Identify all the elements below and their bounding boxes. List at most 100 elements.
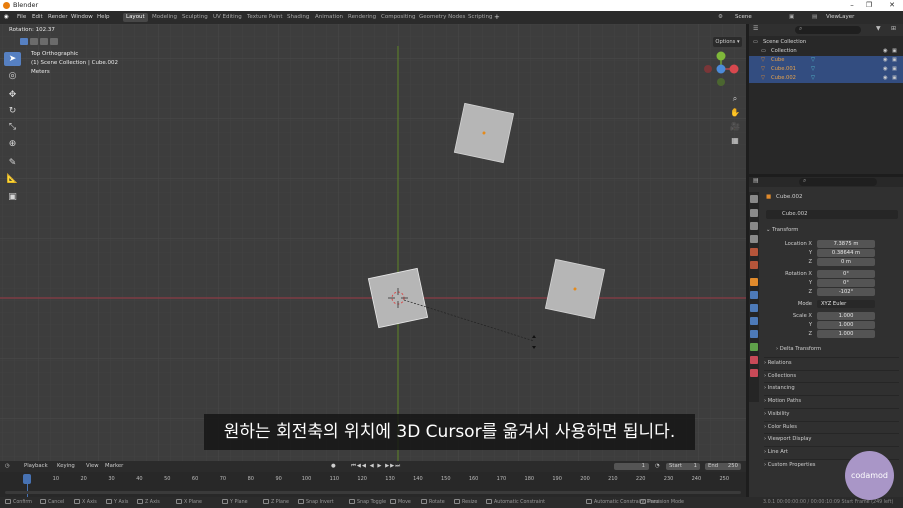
scale-z-field[interactable]: 1.000	[817, 330, 875, 338]
start-frame-field[interactable]: Start 1	[666, 463, 700, 470]
section-motion-paths[interactable]: › Motion Paths	[764, 395, 899, 405]
scale-x-field[interactable]: 1.000	[817, 312, 875, 320]
scene-icon[interactable]: ⚙	[718, 11, 723, 24]
select-box-tool-icon[interactable]: ➤	[4, 52, 21, 66]
menu-help[interactable]: Help	[97, 11, 110, 24]
workspace-tab-uv-editing[interactable]: UV Editing	[210, 13, 245, 22]
workspace-tab-texture-paint[interactable]: Texture Paint	[244, 13, 286, 22]
rotation-x-field[interactable]: 0°	[817, 270, 875, 278]
visibility-eye-icon[interactable]: ◉	[883, 74, 888, 83]
workspace-tab-layout[interactable]: Layout	[123, 13, 148, 22]
cursor-tool-icon[interactable]: ◎	[4, 69, 21, 83]
zoom-icon[interactable]: ⌕	[728, 92, 742, 106]
properties-editor-icon[interactable]: ▤	[753, 177, 759, 184]
delta-transform-section[interactable]: › Delta Transform	[776, 345, 821, 354]
select-invert-icon[interactable]	[50, 38, 58, 45]
menu-edit[interactable]: Edit	[32, 11, 43, 24]
outliner-item-cube[interactable]: ▽ Cube ▽ ◉ ▣	[749, 56, 903, 65]
menu-window[interactable]: Window	[71, 11, 93, 24]
pan-hand-icon[interactable]: ✋	[728, 106, 742, 120]
select-new-icon[interactable]	[20, 38, 28, 45]
tool-tab-icon[interactable]	[750, 195, 758, 203]
record-icon[interactable]: ●	[331, 461, 336, 472]
timeline-menu-marker[interactable]: Marker	[105, 461, 123, 472]
timeline-scrollbar[interactable]	[5, 491, 741, 494]
select-subtract-icon[interactable]	[40, 38, 48, 45]
render-camera-icon[interactable]: ▣	[892, 65, 897, 74]
section-viewport-display[interactable]: › Viewport Display	[764, 433, 899, 443]
section-instancing[interactable]: › Instancing	[764, 382, 899, 392]
outliner-editor-icon[interactable]: ☰	[753, 25, 758, 32]
outliner-search-input[interactable]: ⌕	[795, 25, 861, 34]
camera-view-icon[interactable]: 🎥	[728, 120, 742, 134]
particles-tab-icon[interactable]	[750, 304, 758, 312]
select-extend-icon[interactable]	[30, 38, 38, 45]
data-tab-icon[interactable]	[750, 343, 758, 351]
world-tab-icon[interactable]	[750, 261, 758, 269]
timeline-editor-icon[interactable]: ◷	[5, 461, 10, 472]
visibility-eye-icon[interactable]: ◉	[883, 65, 888, 74]
render-camera-icon[interactable]: ▣	[892, 47, 897, 56]
blender-menu-icon[interactable]: ◉	[4, 11, 9, 24]
maximize-icon[interactable]: ❐	[862, 0, 876, 11]
scene-name[interactable]: Scene	[735, 11, 752, 24]
rotate-tool-icon[interactable]: ↻	[4, 104, 21, 118]
measure-tool-icon[interactable]: 📐	[4, 172, 21, 186]
section-visibility[interactable]: › Visibility	[764, 407, 899, 418]
scene-browse-icon[interactable]: ▣	[789, 11, 794, 24]
menu-render[interactable]: Render	[48, 11, 68, 24]
workspace-tab-rendering[interactable]: Rendering	[345, 13, 379, 22]
add-cube-tool-icon[interactable]: ▣	[4, 190, 21, 204]
annotate-tool-icon[interactable]: ✎	[4, 156, 21, 170]
workspace-tab-shading[interactable]: Shading	[284, 13, 312, 22]
section-collections[interactable]: › Collections	[764, 369, 899, 380]
workspace-tab-modeling[interactable]: Modeling	[149, 13, 180, 22]
location-x-field[interactable]: 7.3875 m	[817, 240, 875, 248]
scale-y-field[interactable]: 1.000	[817, 321, 875, 329]
render-camera-icon[interactable]: ▣	[892, 74, 897, 83]
render-tab-icon[interactable]	[750, 209, 758, 217]
workspace-tab-compositing[interactable]: Compositing	[378, 13, 418, 22]
add-workspace-icon[interactable]: +	[494, 11, 500, 24]
options-dropdown[interactable]: Options ▾	[713, 37, 742, 47]
move-tool-icon[interactable]: ✥	[4, 88, 21, 102]
select-mode-icons[interactable]	[20, 38, 66, 46]
transform-tool-icon[interactable]: ⊕	[4, 137, 21, 151]
outliner-item-scene-collection[interactable]: ▭ Scene Collection	[749, 38, 903, 47]
playhead[interactable]	[23, 474, 31, 484]
location-z-field[interactable]: 0 m	[817, 258, 875, 266]
object-tab-icon[interactable]	[750, 278, 758, 286]
location-y-field[interactable]: 0.38644 m	[817, 249, 875, 257]
close-icon[interactable]: ✕	[885, 0, 899, 11]
3d-viewport[interactable]: Rotation: 102.37 Top Orthographic (1) Sc…	[0, 24, 746, 461]
transform-section-header[interactable]: ⌄ Transform	[766, 225, 898, 235]
view-layer-icon[interactable]: ▤	[812, 11, 817, 24]
material-tab-icon[interactable]	[750, 356, 758, 364]
outliner-item-collection[interactable]: ▭ Collection ◉ ▣	[749, 47, 903, 56]
visibility-eye-icon[interactable]: ◉	[883, 56, 888, 65]
rotation-mode-dropdown[interactable]: XYZ Euler	[817, 300, 875, 308]
scale-tool-icon[interactable]: ⤡	[4, 120, 21, 134]
rotation-z-field[interactable]: -102°	[817, 288, 875, 296]
minimize-icon[interactable]: –	[845, 0, 859, 11]
menu-file[interactable]: File	[17, 11, 26, 24]
output-tab-icon[interactable]	[750, 222, 758, 230]
texture-tab-icon[interactable]	[750, 369, 758, 377]
workspace-tab-sculpting[interactable]: Sculpting	[179, 13, 211, 22]
end-frame-field[interactable]: End 250	[705, 463, 741, 470]
view-layer-name[interactable]: ViewLayer	[826, 11, 854, 24]
outliner-item-cube-002[interactable]: ▽ Cube.002 ▽ ◉ ▣	[749, 74, 903, 83]
section-relations[interactable]: › Relations	[764, 357, 899, 367]
filter-icon[interactable]: ▼	[876, 25, 881, 32]
physics-tab-icon[interactable]	[750, 317, 758, 325]
object-name-field[interactable]: Cube.002	[766, 210, 898, 219]
timeline-menu-view[interactable]: View	[86, 461, 99, 472]
workspace-tab-animation[interactable]: Animation	[312, 13, 346, 22]
workspace-tab-scripting[interactable]: Scripting	[465, 13, 495, 22]
perspective-grid-icon[interactable]: ▦	[728, 134, 742, 148]
workspace-tab-geometry-nodes[interactable]: Geometry Nodes	[416, 13, 468, 22]
playback-controls-icon[interactable]: ⏮◀◀ ◀ ▶ ▶▶⏭	[351, 461, 401, 472]
properties-search-input[interactable]: ⌕	[799, 177, 877, 186]
view-layer-tab-icon[interactable]	[750, 235, 758, 243]
modifier-tab-icon[interactable]	[750, 291, 758, 299]
